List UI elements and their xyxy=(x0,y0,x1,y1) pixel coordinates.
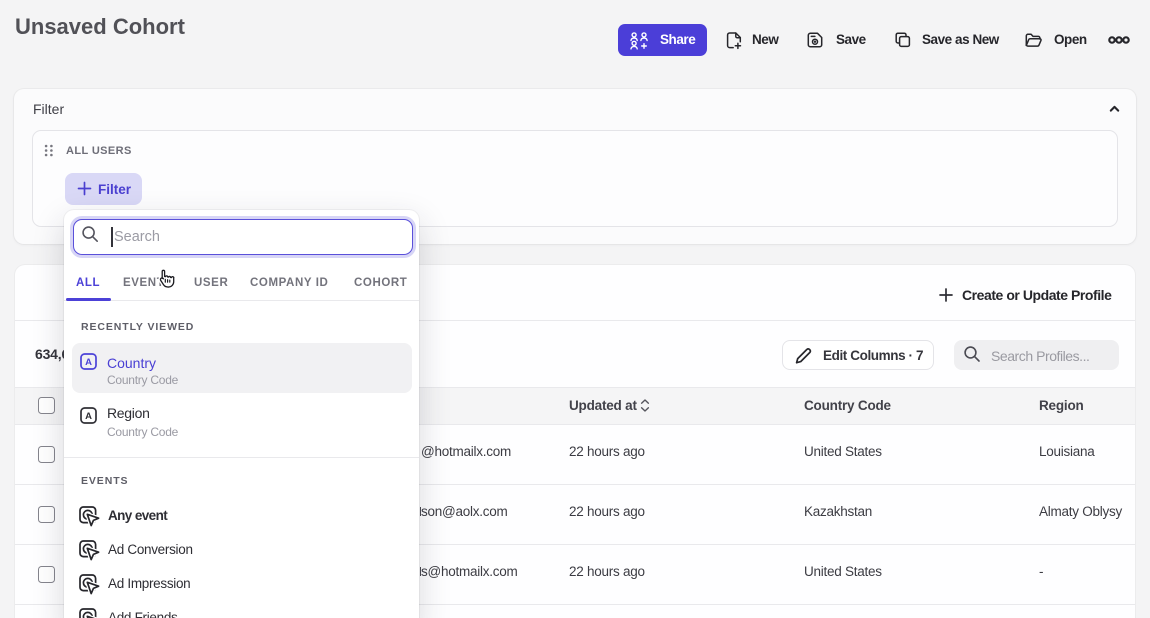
svg-text:A: A xyxy=(85,411,92,422)
svg-text:A: A xyxy=(85,357,92,368)
